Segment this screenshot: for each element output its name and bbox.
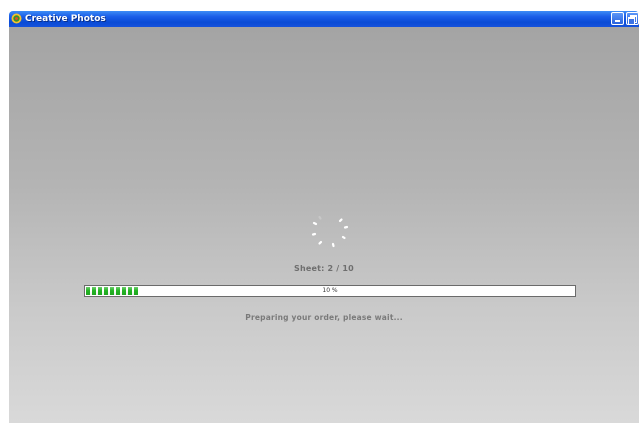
- loading-panel: Sheet: 2 / 10 10 % Preparing your order,…: [9, 27, 639, 423]
- loading-spinner-icon: [311, 215, 349, 248]
- minimize-icon: [615, 20, 620, 22]
- progress-bar: 10 %: [84, 285, 576, 297]
- title-bar[interactable]: Creative Photos: [9, 11, 639, 27]
- window-title: Creative Photos: [25, 14, 106, 24]
- status-message: Preparing your order, please wait...: [245, 313, 403, 322]
- app-window: Creative Photos Sheet: 2 / 10 10 % Prepa…: [9, 11, 639, 423]
- restore-button[interactable]: [626, 12, 639, 25]
- app-icon: [11, 13, 22, 24]
- sheet-counter: Sheet: 2 / 10: [294, 264, 354, 273]
- minimize-button[interactable]: [611, 12, 624, 25]
- progress-percent: 10 %: [322, 287, 338, 294]
